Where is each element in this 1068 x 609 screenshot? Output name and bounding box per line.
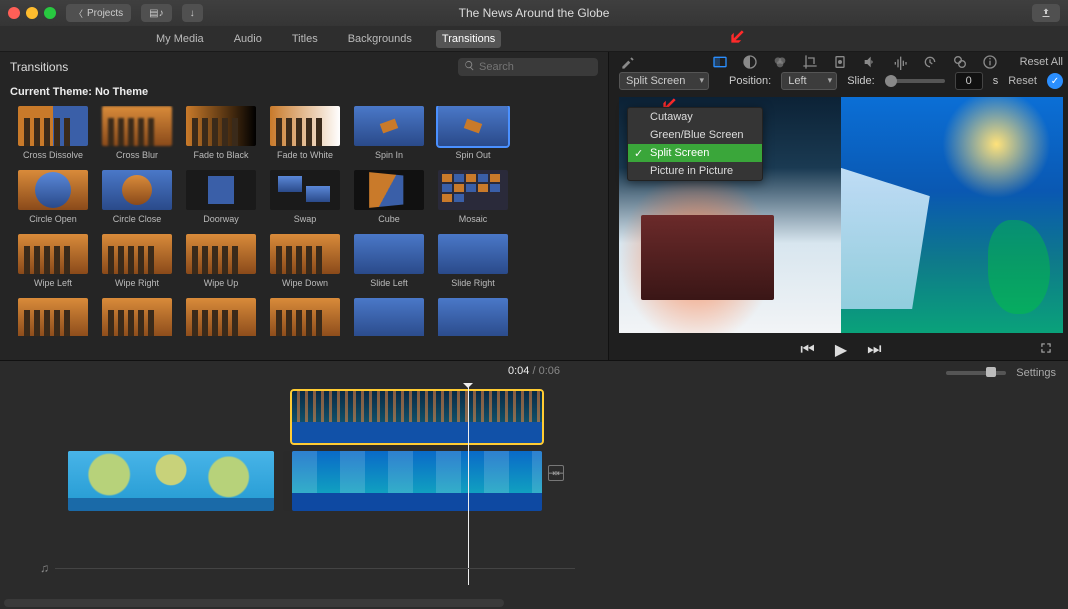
playhead[interactable] (468, 385, 469, 585)
transition-item[interactable]: Fade to White (270, 106, 340, 160)
crop-icon[interactable] (802, 54, 818, 70)
tab-audio[interactable]: Audio (228, 30, 268, 48)
transition-item[interactable]: Spin In (354, 106, 424, 160)
timecode: 0:04 / 0:06 (508, 365, 560, 377)
transition-item[interactable]: Circle Open (18, 170, 88, 224)
transition-item[interactable]: Cross Dissolve (18, 106, 88, 160)
tab-backgrounds[interactable]: Backgrounds (342, 30, 418, 48)
slide-label: Slide: (847, 75, 875, 87)
search-field[interactable] (458, 58, 598, 76)
zoom-slider[interactable] (946, 371, 1006, 375)
timeline-settings-button[interactable]: Settings (1016, 367, 1056, 379)
transition-item[interactable]: Fade to Black (186, 106, 256, 160)
browser-title: Transitions (10, 60, 68, 74)
transition-item[interactable]: Circle Close (102, 170, 172, 224)
import-button[interactable]: ↓ (182, 4, 203, 22)
overlay-option-cutaway[interactable]: Cutaway (628, 108, 762, 126)
position-label: Position: (729, 75, 771, 87)
transition-item[interactable] (354, 298, 424, 336)
speed-icon[interactable] (922, 54, 938, 70)
transition-item[interactable]: Mosaic (438, 170, 508, 224)
transitions-grid: Cross Dissolve Cross Blur Fade to Black … (0, 106, 608, 336)
theme-label: Current Theme: No Theme (0, 82, 608, 106)
transition-item[interactable]: Slide Left (354, 234, 424, 288)
overlay-type-menu: Cutaway Green/Blue Screen Split Screen P… (627, 107, 763, 181)
fullscreen-icon[interactable] (1039, 341, 1053, 358)
transition-placeholder-icon[interactable]: ⇥⇤ (548, 465, 564, 481)
slide-slider[interactable] (885, 79, 945, 83)
window-zoom-button[interactable] (44, 7, 56, 19)
info-icon[interactable] (982, 54, 998, 70)
music-track[interactable] (40, 561, 575, 575)
play-button[interactable]: ▶ (835, 340, 847, 360)
color-correction-icon[interactable] (772, 54, 788, 70)
transition-item[interactable]: Cube (354, 170, 424, 224)
transition-item[interactable]: Doorway (186, 170, 256, 224)
back-label: Projects (87, 8, 123, 19)
apply-check-button[interactable]: ✓ (1047, 73, 1063, 89)
overlay-option-greenscreen[interactable]: Green/Blue Screen (628, 126, 762, 144)
tab-my-media[interactable]: My Media (150, 30, 210, 48)
slide-value-field[interactable]: 0 (955, 72, 983, 90)
transition-item[interactable] (186, 298, 256, 336)
next-button[interactable]: ⏭ (867, 341, 881, 359)
transition-item[interactable] (270, 298, 340, 336)
noise-reduction-icon[interactable] (892, 54, 908, 70)
window-close-button[interactable] (8, 7, 20, 19)
overlay-icon[interactable] (712, 54, 728, 70)
window-minimize-button[interactable] (26, 7, 38, 19)
reset-button[interactable]: Reset (1008, 75, 1037, 87)
transition-item[interactable] (18, 298, 88, 336)
transition-item[interactable]: Swap (270, 170, 340, 224)
timeline-clip-map[interactable] (68, 451, 274, 511)
color-balance-icon[interactable] (742, 54, 758, 70)
transition-item[interactable]: Wipe Down (270, 234, 340, 288)
overlay-option-pip[interactable]: Picture in Picture (628, 162, 762, 180)
filters-icon[interactable] (952, 54, 968, 70)
overlay-type-select[interactable]: Split Screen (619, 72, 709, 90)
timeline-clip-main[interactable] (292, 451, 542, 511)
search-icon (464, 60, 475, 74)
position-select[interactable]: Left (781, 72, 837, 90)
transition-item[interactable]: Cross Blur (102, 106, 172, 160)
tab-transitions[interactable]: Transitions (436, 30, 501, 48)
transition-item[interactable] (438, 298, 508, 336)
horizontal-scrollbar[interactable] (4, 599, 504, 607)
share-button[interactable] (1032, 4, 1060, 22)
transition-item[interactable] (102, 298, 172, 336)
transition-item[interactable]: Slide Right (438, 234, 508, 288)
enhance-icon[interactable] (619, 54, 635, 70)
volume-icon[interactable] (862, 54, 878, 70)
timeline-clip-overlay[interactable] (292, 391, 542, 443)
timeline-tracks[interactable]: ⇥⇤ (0, 385, 1068, 585)
overlay-option-splitscreen[interactable]: Split Screen (628, 144, 762, 162)
transition-item[interactable]: Wipe Up (186, 234, 256, 288)
library-view-button[interactable]: ▤♪ (141, 4, 171, 22)
transition-item[interactable]: Wipe Right (102, 234, 172, 288)
media-tabs: My Media Audio Titles Backgrounds Transi… (0, 26, 1068, 52)
prev-button[interactable]: ⏮ (800, 341, 814, 359)
search-input[interactable] (479, 61, 592, 73)
back-to-projects-button[interactable]: 〈 Projects (66, 4, 131, 22)
reset-all-button[interactable]: Reset All (1020, 56, 1063, 68)
stabilize-icon[interactable] (832, 54, 848, 70)
transition-item[interactable]: Spin Out (438, 106, 508, 160)
tab-titles[interactable]: Titles (286, 30, 324, 48)
project-title: The News Around the Globe (459, 6, 610, 20)
slide-unit: s (993, 75, 999, 87)
transition-item[interactable]: Wipe Left (18, 234, 88, 288)
